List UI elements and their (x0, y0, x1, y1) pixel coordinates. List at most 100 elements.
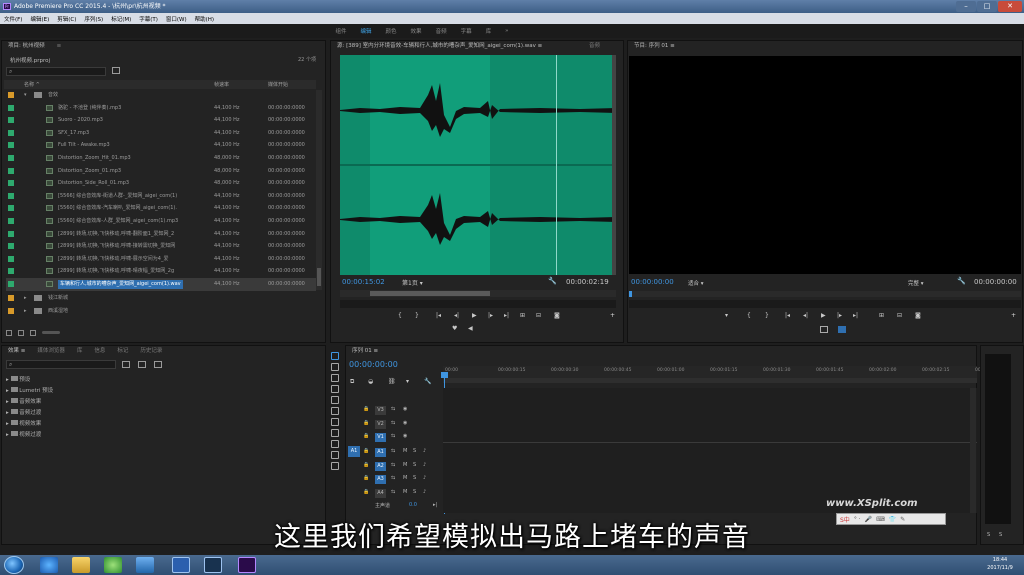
source-timecode-in[interactable]: 00:00:15:02 (342, 278, 385, 286)
chevron-right-icon[interactable]: ▸ (6, 421, 9, 427)
mute-icon[interactable]: M (403, 489, 407, 495)
workspace-color[interactable]: 颜色 (386, 27, 397, 35)
mark-in-icon[interactable]: ▾ (725, 312, 728, 319)
track-label[interactable]: V3 (375, 406, 386, 415)
play-icon[interactable]: ▶ (472, 312, 477, 319)
chevron-down-icon[interactable]: ▾ (24, 89, 27, 102)
effects-folder-item[interactable]: ▸ 音频效果 (6, 397, 41, 405)
project-item-row[interactable]: Full Tilt - Awake.mp3 44,100 Hz 00:00:00:0… (6, 139, 316, 152)
master-track-value[interactable]: 0.0 (409, 502, 417, 508)
step-back-icon[interactable]: ◂| (803, 312, 808, 319)
slip-tool-icon[interactable] (331, 418, 339, 426)
source-page-dropdown[interactable]: 第1页 ▾ (402, 278, 423, 287)
track-select-tool-icon[interactable] (331, 363, 339, 371)
menu-sequence[interactable]: 序列(S) (84, 15, 103, 23)
ie-icon[interactable] (40, 557, 58, 573)
effects-folder-item[interactable]: ▸ 视频过渡 (6, 430, 41, 438)
selection-tool-icon[interactable] (331, 352, 339, 360)
effects-folder-item[interactable]: ▸ 预设 (6, 375, 30, 383)
lock-icon[interactable]: 🔒 (363, 433, 369, 439)
add-marker-icon[interactable]: ▾ (406, 378, 409, 385)
mute-icon[interactable]: M (403, 462, 407, 468)
chevron-right-icon[interactable]: ▸ (24, 292, 27, 305)
step-forward-icon[interactable]: |▸ (488, 312, 493, 319)
play-icon[interactable]: ▶ (821, 312, 826, 319)
pen-tool-icon[interactable] (331, 440, 339, 448)
program-zoom-bar[interactable] (629, 300, 1021, 308)
bin-row-qianjiang[interactable]: ▸ 钱江新城 (6, 292, 316, 305)
premiere-taskbar-icon[interactable] (238, 557, 256, 573)
project-item-row[interactable]: [5560] 综合音效库-汽车喇叭_爱知网_aigei_com(1). 44,10… (6, 202, 316, 215)
app-green-icon[interactable] (104, 557, 122, 573)
solo-icon[interactable]: S (413, 448, 416, 454)
sync-lock-icon[interactable]: ⇆ (391, 420, 395, 426)
menu-edit[interactable]: 编辑(E) (30, 15, 49, 23)
program-tab[interactable]: 节目: 序列 01 ≡ (628, 41, 1022, 51)
lift-icon[interactable]: ⊞ (879, 312, 884, 319)
eye-icon[interactable]: ◉ (403, 406, 407, 412)
mic-icon[interactable]: ♪ (423, 489, 426, 495)
timeline-settings-icon[interactable]: 🔧 (424, 378, 431, 385)
program-quality-dropdown[interactable]: 完整 ▾ (908, 279, 924, 287)
word-icon[interactable] (172, 557, 190, 573)
track-label[interactable]: A1 (375, 448, 386, 457)
start-button-icon[interactable] (4, 556, 24, 574)
add-button-icon[interactable]: + (1011, 312, 1016, 319)
go-to-out-icon[interactable]: ▸| (853, 312, 858, 319)
track-label[interactable]: V2 (375, 419, 386, 429)
solo-icon[interactable]: S (413, 489, 416, 495)
project-item-row[interactable]: Suoro - 2020.mp3 44,100 Hz 00:00:00:0000 (6, 114, 316, 127)
program-timecode[interactable]: 00:00:00:00 (631, 278, 674, 286)
ripple-edit-tool-icon[interactable] (331, 374, 339, 382)
project-item-row[interactable]: [2899] 转场,切换,飞快移动,呼啸-接转需切换_爱知网 44,100 Hz 0… (6, 240, 316, 253)
effects-search-input[interactable]: ⌕ (6, 360, 116, 369)
linked-selection-icon[interactable]: ⛓ (388, 378, 396, 385)
list-view-icon[interactable] (18, 330, 24, 336)
menu-file[interactable]: 文件(F) (4, 15, 22, 23)
workspace-assembly[interactable]: 组件 (336, 27, 347, 35)
track-label[interactable]: V1 (375, 433, 386, 442)
menu-marker[interactable]: 标记(M) (111, 15, 131, 23)
yuv-effects-icon[interactable] (154, 361, 162, 368)
step-back-icon[interactable]: ◂| (454, 312, 459, 319)
project-item-row[interactable]: 骆驼 - 不池登 (纯伴奏).mp3 44,100 Hz 00:00:00:0000 (6, 102, 316, 115)
compare-view-icon[interactable] (820, 326, 828, 333)
workspace-editing[interactable]: 编辑 (361, 27, 372, 35)
mute-icon[interactable]: M (403, 448, 407, 454)
sync-lock-icon[interactable]: ⇆ (391, 475, 395, 481)
zoom-tool-icon[interactable] (331, 462, 339, 470)
chevron-right-icon[interactable]: ▸ (6, 410, 9, 416)
column-media-start[interactable]: 媒体开始 (268, 81, 288, 88)
menu-help[interactable]: 帮助(H) (195, 15, 214, 23)
timeline-timecode[interactable]: 00:00:00:00 (349, 360, 398, 369)
project-item-row[interactable]: [2899] 转场,切换,飞快移动,呼啸-展示空间为4_爱 44,100 Hz 00… (6, 253, 316, 266)
rolling-edit-tool-icon[interactable] (331, 385, 339, 393)
tab-info[interactable]: 信息 (94, 346, 105, 356)
eye-icon[interactable]: ◉ (403, 433, 407, 439)
timeline-tracks-area[interactable] (443, 388, 977, 513)
project-item-row[interactable]: SFX_17.mp3 44,100 Hz 00:00:00:0000 (6, 127, 316, 140)
track-label[interactable]: A4 (375, 488, 386, 498)
workspace-titles[interactable]: 字幕 (461, 27, 472, 35)
solo-icon[interactable]: S (413, 475, 416, 481)
drag-video-icon[interactable]: ♥ (452, 325, 457, 332)
menu-window[interactable]: 窗口(W) (166, 15, 187, 23)
accelerated-effects-icon[interactable] (122, 361, 130, 368)
taskbar-clock[interactable]: 18:44 2017/11/9 (978, 556, 1022, 572)
project-tab[interactable]: 项目: 杭州视频 ≡ (2, 41, 325, 51)
timeline-tab[interactable]: 序列 01 ≡ (346, 346, 976, 356)
wrench-icon[interactable]: 🔧 (548, 277, 557, 285)
chevron-right-icon[interactable]: ▸ (6, 399, 9, 405)
razor-tool-icon[interactable] (331, 407, 339, 415)
timeline-ruler[interactable]: 00:00 00:00:00:15 00:00:00:30 00:00:00:45 00… (443, 366, 1002, 378)
chevron-right-icon[interactable]: ▸ (6, 377, 9, 383)
mark-out-icon[interactable]: } (415, 312, 419, 319)
nest-toggle-icon[interactable]: ⧉ (350, 378, 354, 386)
export-frame-icon[interactable]: ◙ (554, 312, 560, 319)
project-item-row[interactable]: [5560] 综合音效库-人群_爱知网_aigei_com(1).mp3 44,1… (6, 215, 316, 228)
column-name[interactable]: 名称 ^ (24, 81, 40, 88)
timeline-scrollbar[interactable] (970, 388, 976, 513)
project-item-row[interactable]: Distortion_Side_Roll_01.mp3 48,000 Hz 00:0… (6, 177, 316, 190)
track-label[interactable]: A2 (375, 461, 386, 471)
source-playhead[interactable] (556, 55, 557, 275)
